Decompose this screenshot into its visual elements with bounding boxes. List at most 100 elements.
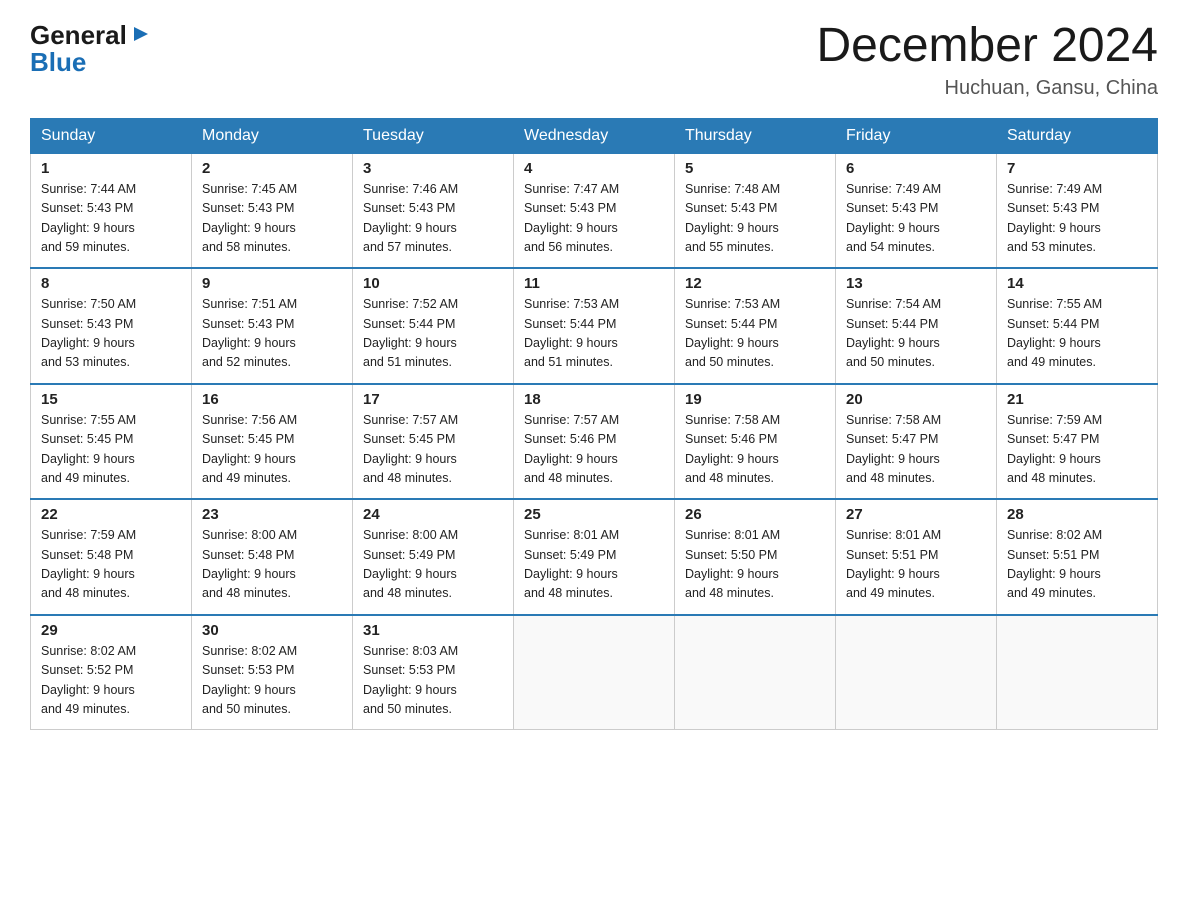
calendar-cell: 15 Sunrise: 7:55 AMSunset: 5:45 PMDaylig… bbox=[31, 384, 192, 500]
calendar-cell: 4 Sunrise: 7:47 AMSunset: 5:43 PMDayligh… bbox=[514, 153, 675, 268]
day-info: Sunrise: 7:52 AMSunset: 5:44 PMDaylight:… bbox=[363, 295, 503, 373]
title-area: December 2024 Huchuan, Gansu, China bbox=[816, 20, 1158, 100]
day-info: Sunrise: 8:02 AMSunset: 5:52 PMDaylight:… bbox=[41, 642, 181, 720]
calendar-cell: 31 Sunrise: 8:03 AMSunset: 5:53 PMDaylig… bbox=[353, 615, 514, 730]
day-number: 13 bbox=[846, 275, 986, 292]
day-info: Sunrise: 7:47 AMSunset: 5:43 PMDaylight:… bbox=[524, 180, 664, 258]
calendar-cell: 25 Sunrise: 8:01 AMSunset: 5:49 PMDaylig… bbox=[514, 499, 675, 615]
calendar-cell bbox=[675, 615, 836, 730]
day-number: 21 bbox=[1007, 391, 1147, 408]
calendar-cell: 26 Sunrise: 8:01 AMSunset: 5:50 PMDaylig… bbox=[675, 499, 836, 615]
header: General Blue December 2024 Huchuan, Gans… bbox=[30, 20, 1158, 100]
calendar-cell: 29 Sunrise: 8:02 AMSunset: 5:52 PMDaylig… bbox=[31, 615, 192, 730]
day-number: 28 bbox=[1007, 506, 1147, 523]
day-number: 17 bbox=[363, 391, 503, 408]
calendar-cell: 20 Sunrise: 7:58 AMSunset: 5:47 PMDaylig… bbox=[836, 384, 997, 500]
calendar-cell: 18 Sunrise: 7:57 AMSunset: 5:46 PMDaylig… bbox=[514, 384, 675, 500]
day-number: 7 bbox=[1007, 160, 1147, 177]
day-info: Sunrise: 7:50 AMSunset: 5:43 PMDaylight:… bbox=[41, 295, 181, 373]
calendar-cell: 3 Sunrise: 7:46 AMSunset: 5:43 PMDayligh… bbox=[353, 153, 514, 268]
day-number: 19 bbox=[685, 391, 825, 408]
day-info: Sunrise: 7:59 AMSunset: 5:47 PMDaylight:… bbox=[1007, 411, 1147, 489]
day-number: 26 bbox=[685, 506, 825, 523]
calendar-cell: 8 Sunrise: 7:50 AMSunset: 5:43 PMDayligh… bbox=[31, 268, 192, 384]
day-info: Sunrise: 7:53 AMSunset: 5:44 PMDaylight:… bbox=[685, 295, 825, 373]
day-info: Sunrise: 7:58 AMSunset: 5:46 PMDaylight:… bbox=[685, 411, 825, 489]
calendar-cell: 5 Sunrise: 7:48 AMSunset: 5:43 PMDayligh… bbox=[675, 153, 836, 268]
calendar-title: December 2024 bbox=[816, 20, 1158, 73]
calendar-subtitle: Huchuan, Gansu, China bbox=[816, 77, 1158, 100]
calendar-header-row: SundayMondayTuesdayWednesdayThursdayFrid… bbox=[31, 118, 1158, 153]
calendar-cell bbox=[997, 615, 1158, 730]
day-info: Sunrise: 7:53 AMSunset: 5:44 PMDaylight:… bbox=[524, 295, 664, 373]
day-info: Sunrise: 8:03 AMSunset: 5:53 PMDaylight:… bbox=[363, 642, 503, 720]
calendar-cell: 2 Sunrise: 7:45 AMSunset: 5:43 PMDayligh… bbox=[192, 153, 353, 268]
calendar-cell: 9 Sunrise: 7:51 AMSunset: 5:43 PMDayligh… bbox=[192, 268, 353, 384]
calendar-cell: 22 Sunrise: 7:59 AMSunset: 5:48 PMDaylig… bbox=[31, 499, 192, 615]
col-header-thursday: Thursday bbox=[675, 118, 836, 153]
calendar-cell: 11 Sunrise: 7:53 AMSunset: 5:44 PMDaylig… bbox=[514, 268, 675, 384]
day-number: 25 bbox=[524, 506, 664, 523]
col-header-sunday: Sunday bbox=[31, 118, 192, 153]
day-info: Sunrise: 7:57 AMSunset: 5:45 PMDaylight:… bbox=[363, 411, 503, 489]
calendar-table: SundayMondayTuesdayWednesdayThursdayFrid… bbox=[30, 118, 1158, 731]
day-number: 1 bbox=[41, 160, 181, 177]
day-info: Sunrise: 8:00 AMSunset: 5:49 PMDaylight:… bbox=[363, 526, 503, 604]
day-number: 4 bbox=[524, 160, 664, 177]
day-number: 22 bbox=[41, 506, 181, 523]
day-info: Sunrise: 7:55 AMSunset: 5:44 PMDaylight:… bbox=[1007, 295, 1147, 373]
calendar-cell: 17 Sunrise: 7:57 AMSunset: 5:45 PMDaylig… bbox=[353, 384, 514, 500]
calendar-cell: 6 Sunrise: 7:49 AMSunset: 5:43 PMDayligh… bbox=[836, 153, 997, 268]
day-number: 5 bbox=[685, 160, 825, 177]
calendar-cell: 19 Sunrise: 7:58 AMSunset: 5:46 PMDaylig… bbox=[675, 384, 836, 500]
calendar-week-row: 22 Sunrise: 7:59 AMSunset: 5:48 PMDaylig… bbox=[31, 499, 1158, 615]
calendar-cell: 12 Sunrise: 7:53 AMSunset: 5:44 PMDaylig… bbox=[675, 268, 836, 384]
day-info: Sunrise: 8:00 AMSunset: 5:48 PMDaylight:… bbox=[202, 526, 342, 604]
day-number: 10 bbox=[363, 275, 503, 292]
col-header-friday: Friday bbox=[836, 118, 997, 153]
day-info: Sunrise: 7:55 AMSunset: 5:45 PMDaylight:… bbox=[41, 411, 181, 489]
day-info: Sunrise: 7:44 AMSunset: 5:43 PMDaylight:… bbox=[41, 180, 181, 258]
day-info: Sunrise: 7:45 AMSunset: 5:43 PMDaylight:… bbox=[202, 180, 342, 258]
day-number: 6 bbox=[846, 160, 986, 177]
day-info: Sunrise: 7:49 AMSunset: 5:43 PMDaylight:… bbox=[1007, 180, 1147, 258]
day-info: Sunrise: 7:46 AMSunset: 5:43 PMDaylight:… bbox=[363, 180, 503, 258]
logo: General Blue bbox=[30, 20, 150, 78]
day-number: 20 bbox=[846, 391, 986, 408]
logo-arrow-icon bbox=[132, 25, 150, 48]
day-number: 9 bbox=[202, 275, 342, 292]
day-info: Sunrise: 7:49 AMSunset: 5:43 PMDaylight:… bbox=[846, 180, 986, 258]
calendar-cell: 21 Sunrise: 7:59 AMSunset: 5:47 PMDaylig… bbox=[997, 384, 1158, 500]
calendar-cell: 13 Sunrise: 7:54 AMSunset: 5:44 PMDaylig… bbox=[836, 268, 997, 384]
col-header-monday: Monday bbox=[192, 118, 353, 153]
calendar-cell: 30 Sunrise: 8:02 AMSunset: 5:53 PMDaylig… bbox=[192, 615, 353, 730]
day-info: Sunrise: 7:57 AMSunset: 5:46 PMDaylight:… bbox=[524, 411, 664, 489]
col-header-wednesday: Wednesday bbox=[514, 118, 675, 153]
day-info: Sunrise: 8:02 AMSunset: 5:51 PMDaylight:… bbox=[1007, 526, 1147, 604]
day-info: Sunrise: 7:56 AMSunset: 5:45 PMDaylight:… bbox=[202, 411, 342, 489]
calendar-cell: 16 Sunrise: 7:56 AMSunset: 5:45 PMDaylig… bbox=[192, 384, 353, 500]
calendar-week-row: 15 Sunrise: 7:55 AMSunset: 5:45 PMDaylig… bbox=[31, 384, 1158, 500]
day-info: Sunrise: 7:51 AMSunset: 5:43 PMDaylight:… bbox=[202, 295, 342, 373]
calendar-cell: 27 Sunrise: 8:01 AMSunset: 5:51 PMDaylig… bbox=[836, 499, 997, 615]
col-header-saturday: Saturday bbox=[997, 118, 1158, 153]
day-info: Sunrise: 7:48 AMSunset: 5:43 PMDaylight:… bbox=[685, 180, 825, 258]
day-number: 31 bbox=[363, 622, 503, 639]
day-number: 16 bbox=[202, 391, 342, 408]
day-info: Sunrise: 7:54 AMSunset: 5:44 PMDaylight:… bbox=[846, 295, 986, 373]
day-number: 12 bbox=[685, 275, 825, 292]
calendar-week-row: 29 Sunrise: 8:02 AMSunset: 5:52 PMDaylig… bbox=[31, 615, 1158, 730]
calendar-week-row: 1 Sunrise: 7:44 AMSunset: 5:43 PMDayligh… bbox=[31, 153, 1158, 268]
day-number: 18 bbox=[524, 391, 664, 408]
day-number: 14 bbox=[1007, 275, 1147, 292]
day-info: Sunrise: 8:01 AMSunset: 5:50 PMDaylight:… bbox=[685, 526, 825, 604]
day-number: 23 bbox=[202, 506, 342, 523]
day-number: 29 bbox=[41, 622, 181, 639]
day-number: 3 bbox=[363, 160, 503, 177]
calendar-cell bbox=[514, 615, 675, 730]
calendar-cell: 1 Sunrise: 7:44 AMSunset: 5:43 PMDayligh… bbox=[31, 153, 192, 268]
day-info: Sunrise: 7:59 AMSunset: 5:48 PMDaylight:… bbox=[41, 526, 181, 604]
day-info: Sunrise: 8:01 AMSunset: 5:49 PMDaylight:… bbox=[524, 526, 664, 604]
calendar-week-row: 8 Sunrise: 7:50 AMSunset: 5:43 PMDayligh… bbox=[31, 268, 1158, 384]
col-header-tuesday: Tuesday bbox=[353, 118, 514, 153]
